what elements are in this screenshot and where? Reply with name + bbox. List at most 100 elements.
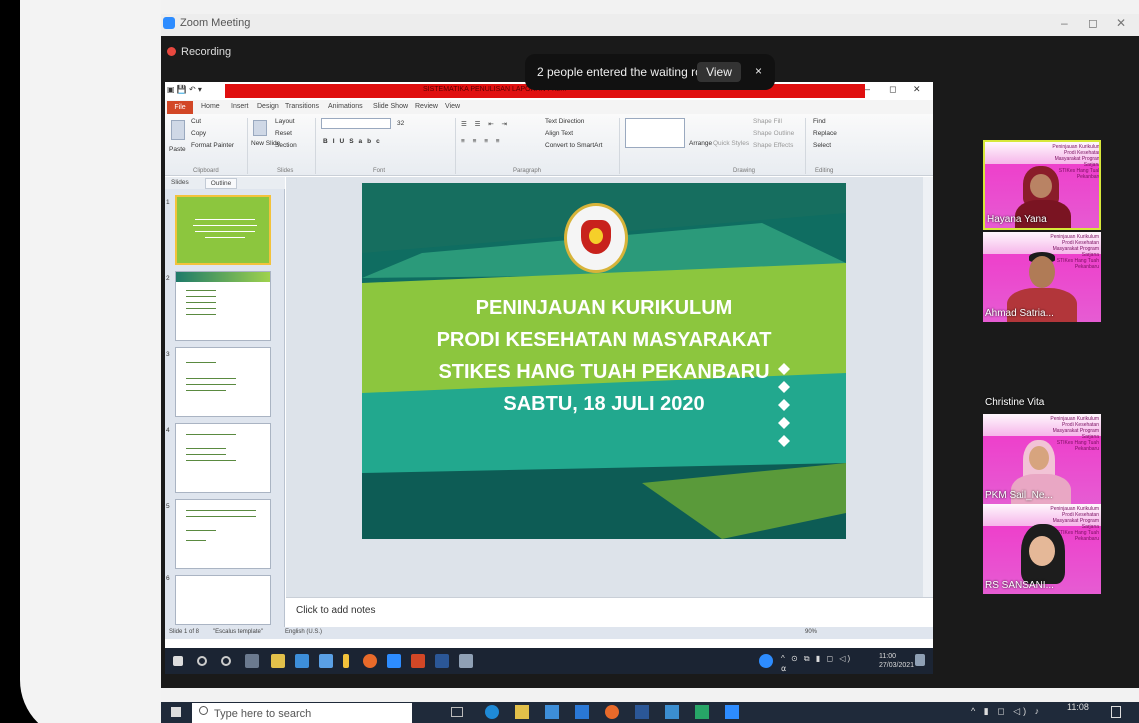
participant-tile[interactable]: Peninjauan Kurikulum Prodi Kesehatan Masy… xyxy=(983,232,1101,322)
winamp-icon[interactable] xyxy=(343,654,349,668)
cortana-icon[interactable] xyxy=(221,656,231,666)
smartart-button[interactable]: Convert to SmartArt xyxy=(545,142,602,149)
photos-icon[interactable] xyxy=(665,705,679,719)
zoom-app-icon[interactable] xyxy=(387,654,401,668)
tab-outline[interactable]: Outline xyxy=(205,178,237,189)
tab-animations[interactable]: Animations xyxy=(328,103,363,110)
participant-tile[interactable]: Christine Vita xyxy=(983,324,1101,414)
tab-transitions[interactable]: Transitions xyxy=(285,103,319,110)
quick-styles-button[interactable]: Quick Styles xyxy=(713,140,749,147)
tab-view[interactable]: View xyxy=(445,103,460,110)
font-format-icons[interactable]: BIUSabc xyxy=(323,138,385,145)
new-slide-icon[interactable] xyxy=(253,120,267,136)
tab-home[interactable]: Home xyxy=(201,103,220,110)
view-button[interactable]: View xyxy=(697,62,741,82)
maximize-button[interactable]: ◻ xyxy=(1088,16,1098,30)
participant-tile[interactable]: Peninjauan Kurikulum Prodi Kesehatan Masy… xyxy=(983,140,1101,230)
pen-app-icon[interactable] xyxy=(459,654,473,668)
font-size-box[interactable]: 32 xyxy=(397,120,404,127)
tab-insert[interactable]: Insert xyxy=(231,103,249,110)
find-button[interactable]: Find xyxy=(813,118,826,125)
slide-thumbnail-1[interactable] xyxy=(175,195,271,265)
task-view-icon[interactable] xyxy=(245,654,259,668)
tab-slides[interactable]: Slides xyxy=(171,179,189,186)
slide-thumbnail-6[interactable] xyxy=(175,575,271,625)
notification-icon[interactable] xyxy=(915,654,925,666)
text-direction-button[interactable]: Text Direction xyxy=(545,118,584,125)
close-button[interactable]: ✕ xyxy=(1116,16,1126,30)
mail-icon[interactable] xyxy=(295,654,309,668)
shape-effects-button[interactable]: Shape Effects xyxy=(753,142,793,149)
chrome-icon[interactable] xyxy=(605,705,619,719)
vertical-scrollbar[interactable] xyxy=(923,177,933,597)
ppt-minimize-icon[interactable]: – xyxy=(865,84,870,94)
windows-start-icon[interactable] xyxy=(173,656,183,666)
dismiss-notification-button[interactable]: × xyxy=(755,64,762,78)
language[interactable]: English (U.S.) xyxy=(285,629,322,635)
chrome-icon[interactable] xyxy=(363,654,377,668)
cut-button[interactable]: Cut xyxy=(191,118,201,125)
tab-file[interactable]: File xyxy=(167,101,193,114)
font-name-box[interactable] xyxy=(321,118,391,129)
quick-access-icons[interactable]: ▣ 💾 ↶ ▾ xyxy=(167,85,202,94)
dropbox-icon[interactable] xyxy=(319,654,333,668)
file-explorer-icon[interactable] xyxy=(271,654,285,668)
store-icon[interactable] xyxy=(545,705,559,719)
select-button[interactable]: Select xyxy=(813,142,831,149)
minimize-button[interactable]: – xyxy=(1061,16,1068,30)
shape-outline-button[interactable]: Shape Outline xyxy=(753,130,794,137)
participant-tile[interactable]: Peninjauan Kurikulum Prodi Kesehatan Masy… xyxy=(983,414,1101,504)
tab-design[interactable]: Design xyxy=(257,103,279,110)
replace-button[interactable]: Replace xyxy=(813,130,837,137)
shapes-gallery[interactable] xyxy=(625,118,685,148)
word-app-icon[interactable] xyxy=(435,654,449,668)
powerpoint-app-icon[interactable] xyxy=(411,654,425,668)
file-explorer-icon[interactable] xyxy=(515,705,529,719)
notes-pane[interactable]: Click to add notes xyxy=(286,597,933,627)
align-icons[interactable]: ≡ ≡ ≡ ≡ xyxy=(461,138,503,145)
recording-indicator[interactable]: Recording xyxy=(167,46,231,58)
system-tray-icons[interactable]: ^ ⊙ ⧉ ▮ ◻ ◁) ⍺ xyxy=(781,654,861,673)
thumb-line xyxy=(186,540,206,541)
zoom-icon[interactable] xyxy=(725,705,739,719)
reset-button[interactable]: Reset xyxy=(275,130,292,137)
slide-editor[interactable]: PENINJAUAN KURIKULUM PRODI KESEHATAN MAS… xyxy=(286,177,933,597)
layout-button[interactable]: Layout xyxy=(275,118,295,125)
slide-thumbnail-4[interactable] xyxy=(175,423,271,493)
windows-start-icon[interactable] xyxy=(171,707,181,717)
zoom-titlebar: Zoom Meeting – ◻ ✕ xyxy=(161,14,1139,36)
tab-slide-show[interactable]: Slide Show xyxy=(373,103,408,110)
edge-icon[interactable] xyxy=(485,705,499,719)
shape-fill-button[interactable]: Shape Fill xyxy=(753,118,782,125)
notification-icon[interactable] xyxy=(1111,706,1121,718)
format-painter-button[interactable]: Format Painter xyxy=(191,142,234,149)
zoom-level[interactable]: 90% xyxy=(805,629,817,635)
ppt-maximize-icon[interactable]: ◻ xyxy=(889,84,896,95)
paste-icon[interactable] xyxy=(171,120,185,140)
help-icon[interactable] xyxy=(759,654,773,668)
copy-button[interactable]: Copy xyxy=(191,130,206,137)
current-slide[interactable]: PENINJAUAN KURIKULUM PRODI KESEHATAN MAS… xyxy=(362,183,846,539)
slide-thumbnail-5[interactable] xyxy=(175,499,271,569)
slide-thumbnail-3[interactable] xyxy=(175,347,271,417)
slide-thumbnail-2[interactable] xyxy=(175,271,271,341)
word-icon[interactable] xyxy=(635,705,649,719)
search-icon[interactable] xyxy=(197,656,207,666)
waiting-room-notification: 2 people entered the waiting room View × xyxy=(525,54,775,90)
section-button[interactable]: Section xyxy=(275,142,297,149)
tab-review[interactable]: Review xyxy=(415,103,438,110)
slide-number: 5 xyxy=(166,503,170,510)
list-icons[interactable]: ☰ ☰ ⇤ ⇥ xyxy=(461,120,510,128)
arrange-button[interactable]: Arrange xyxy=(689,140,712,147)
participant-tile[interactable]: Peninjauan Kurikulum Prodi Kesehatan Masy… xyxy=(983,504,1101,594)
app-icon[interactable] xyxy=(695,705,709,719)
taskbar-search[interactable]: Type here to search xyxy=(192,703,412,723)
system-tray-icons[interactable]: ^ ▮ ◻ ◁) ♪ xyxy=(971,706,1042,717)
align-text-button[interactable]: Align Text xyxy=(545,130,573,137)
shared-screen[interactable]: ▣ 💾 ↶ ▾ SISTEMATIKA PENULISAN LAPORAN PK… xyxy=(165,82,933,648)
mail-icon[interactable] xyxy=(575,705,589,719)
slide-count: Slide 1 of 8 xyxy=(169,629,200,635)
ppt-close-icon[interactable]: ✕ xyxy=(913,84,921,95)
task-view-icon[interactable] xyxy=(451,707,463,717)
paste-label[interactable]: Paste xyxy=(169,146,186,153)
